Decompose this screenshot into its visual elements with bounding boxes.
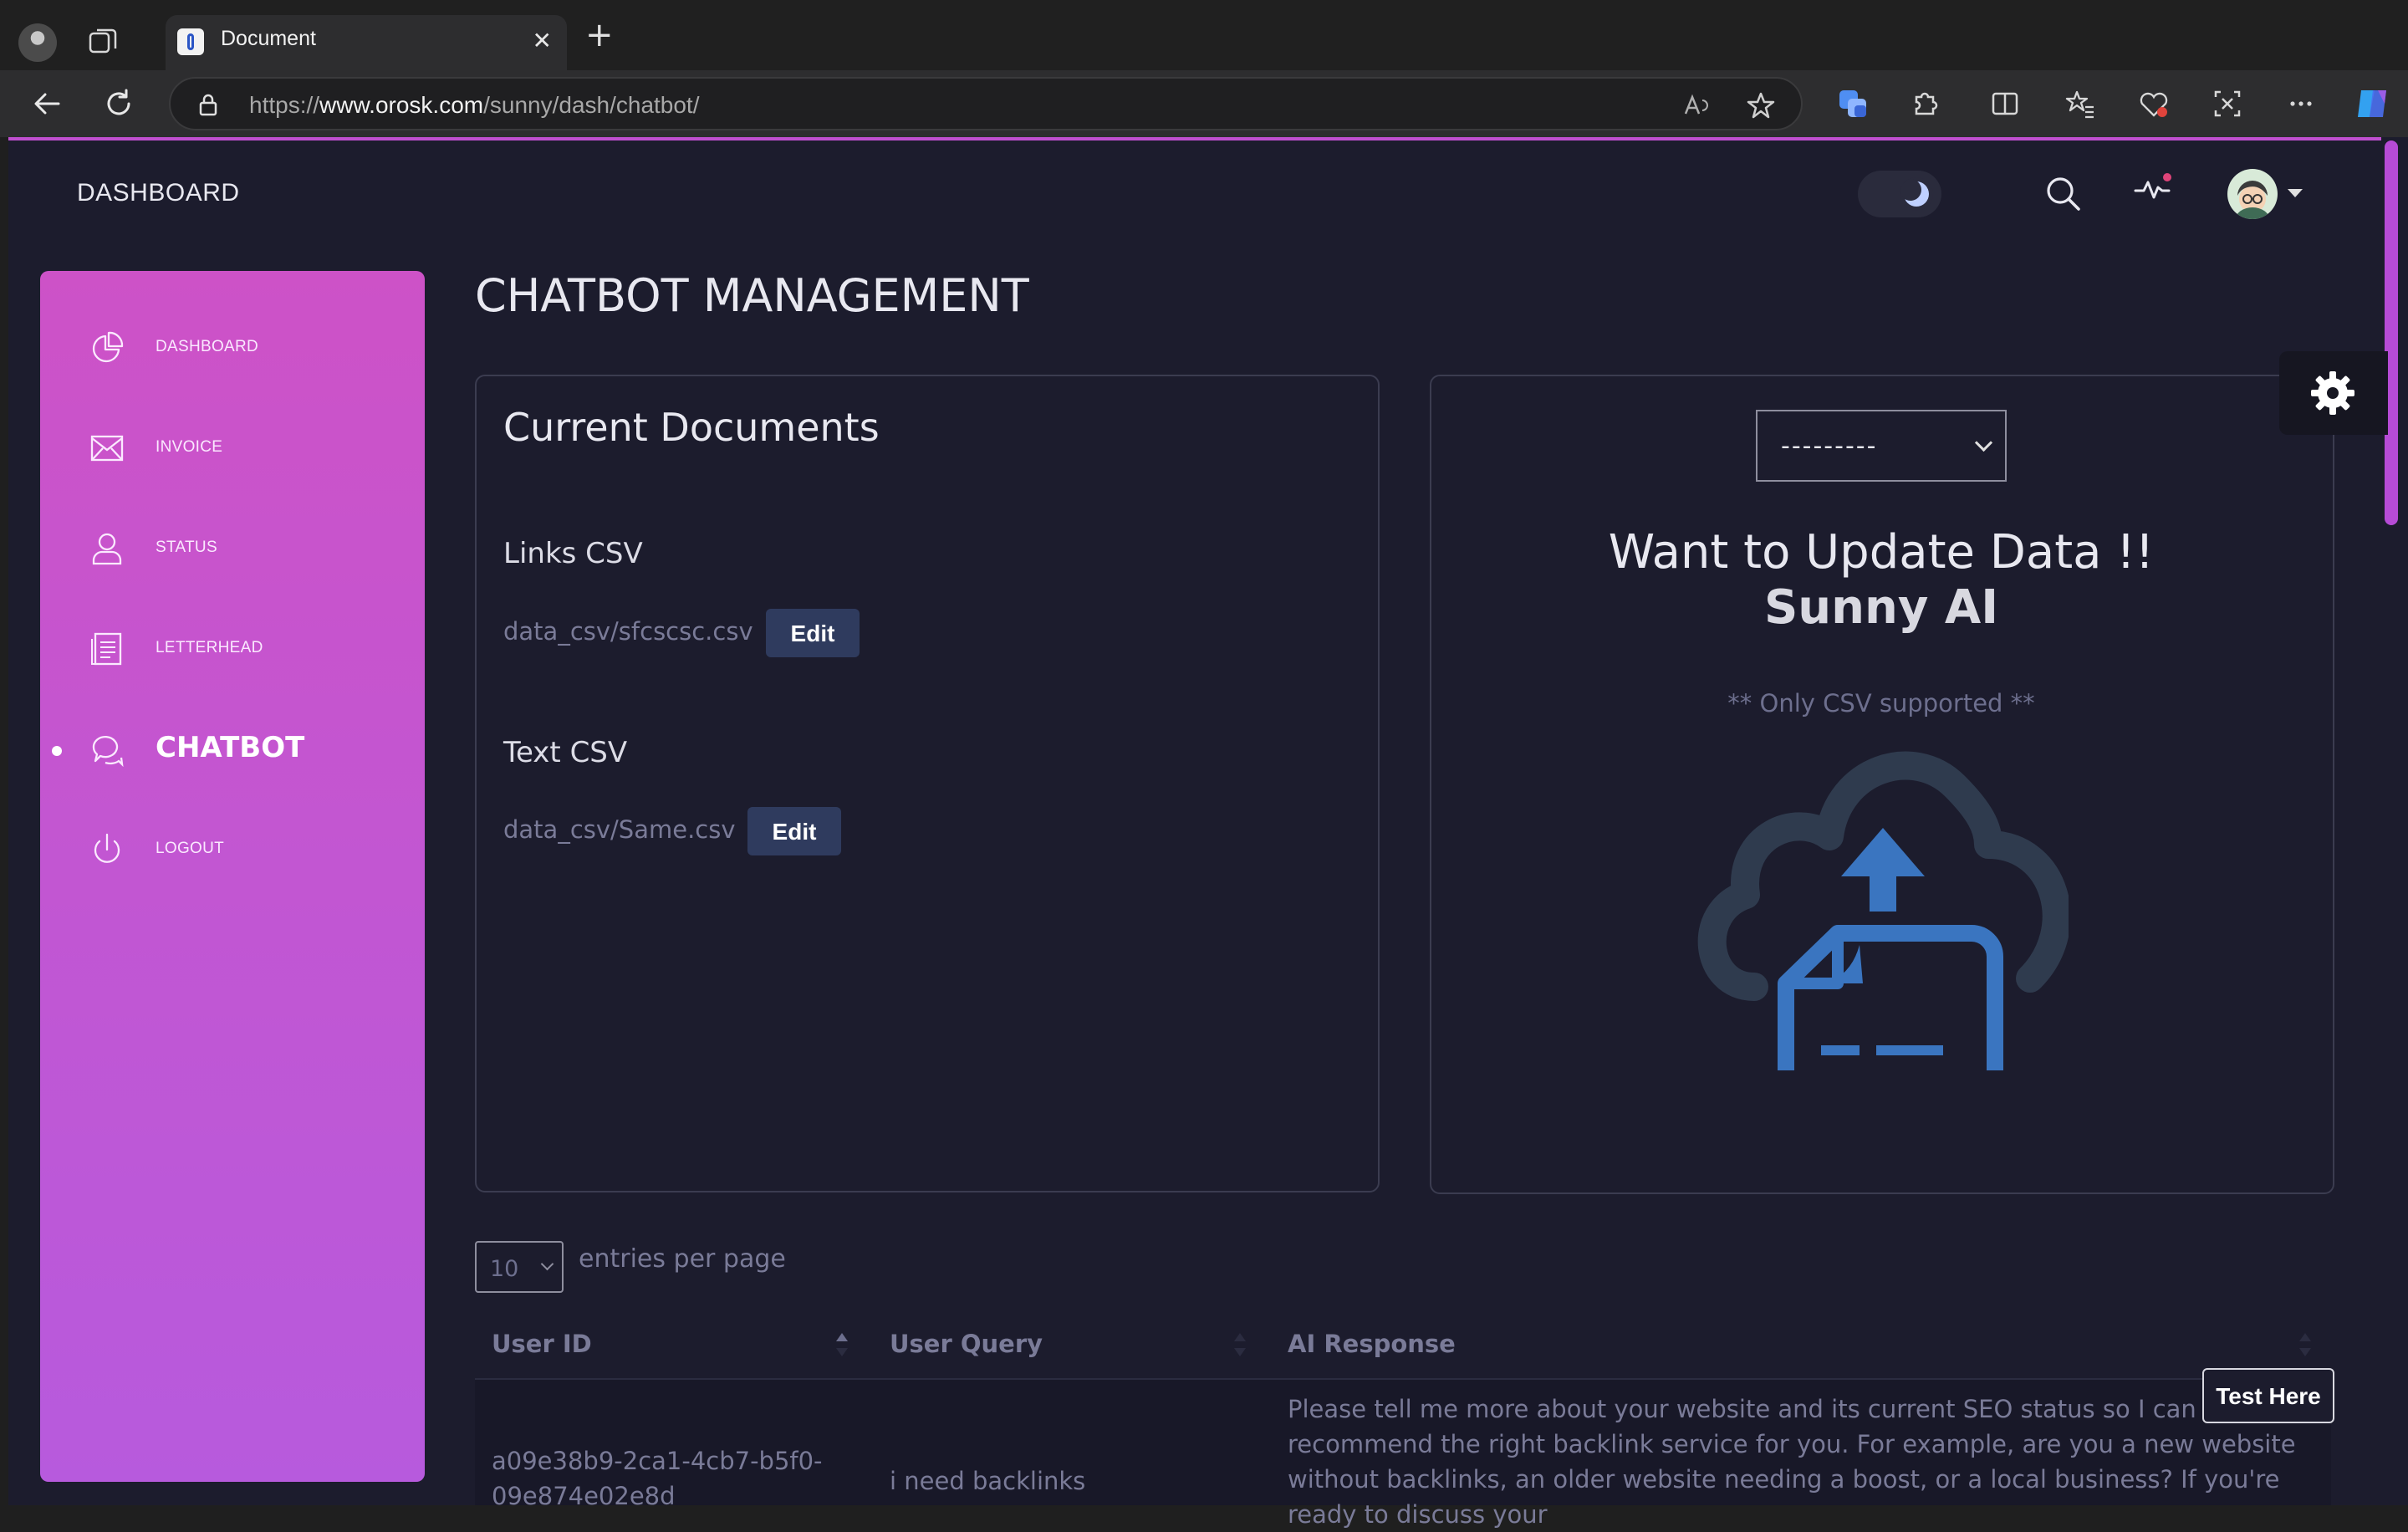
update-title: Want to Update Data !! bbox=[1608, 525, 2155, 580]
document-icon bbox=[91, 632, 122, 666]
read-aloud-icon[interactable] bbox=[1681, 90, 1711, 120]
search-icon[interactable] bbox=[2042, 172, 2085, 216]
avatar-face-icon bbox=[2236, 181, 2269, 219]
favorite-star-icon[interactable] bbox=[1746, 90, 1776, 120]
sort-icon[interactable] bbox=[2298, 1330, 2313, 1360]
more-options-icon[interactable] bbox=[2284, 87, 2318, 120]
browser-tab-bar: Document ✕ + bbox=[0, 0, 2408, 70]
user-avatar[interactable] bbox=[2227, 169, 2278, 219]
favorites-icon[interactable] bbox=[2064, 87, 2097, 120]
user-menu-caret-icon[interactable] bbox=[2288, 189, 2303, 197]
extension-color-icon[interactable] bbox=[1836, 87, 1870, 120]
active-indicator bbox=[52, 746, 62, 756]
cloud-upload-icon[interactable] bbox=[1696, 736, 2069, 1079]
tab-title: Document bbox=[221, 27, 316, 50]
sidebar-item-label: CHATBOT bbox=[156, 731, 305, 764]
column-header-user-query[interactable]: User Query bbox=[890, 1330, 1043, 1358]
documents-title: Current Documents bbox=[503, 405, 880, 450]
select-value: --------- bbox=[1781, 432, 1878, 461]
page-title: CHATBOT MANAGEMENT bbox=[475, 269, 1029, 322]
entries-label: entries per page bbox=[579, 1244, 786, 1274]
back-icon[interactable] bbox=[28, 85, 65, 122]
brand-title[interactable]: DASHBOARD bbox=[77, 179, 240, 207]
profile-avatar[interactable] bbox=[18, 23, 57, 62]
envelope-icon bbox=[90, 435, 124, 462]
chevron-down-icon bbox=[1974, 433, 1993, 452]
url-prefix: https:// bbox=[249, 92, 320, 118]
sidebar-item-label: LETTERHEAD bbox=[156, 639, 263, 656]
entries-value: 10 bbox=[490, 1256, 519, 1282]
dark-mode-toggle[interactable] bbox=[1858, 171, 1941, 217]
copilot-icon[interactable] bbox=[2353, 84, 2393, 124]
edit-links-button[interactable]: Edit bbox=[766, 609, 860, 657]
gear-icon bbox=[2311, 371, 2354, 415]
sidebar-item-chatbot[interactable]: CHATBOT bbox=[52, 724, 420, 774]
links-csv-file: data_csv/sfcscsc.csv bbox=[503, 617, 753, 646]
lock-icon[interactable] bbox=[196, 92, 221, 117]
sidebar-item-dashboard[interactable]: DASHBOARD bbox=[89, 323, 423, 373]
extensions-icon[interactable] bbox=[1908, 87, 1941, 120]
sort-asc-icon[interactable] bbox=[834, 1330, 849, 1360]
url-path: /sunny/dash/chatbot/ bbox=[483, 92, 700, 118]
power-icon bbox=[94, 833, 120, 863]
column-header-user-id[interactable]: User ID bbox=[492, 1330, 592, 1358]
links-csv-heading: Links CSV bbox=[503, 537, 643, 570]
refresh-icon[interactable] bbox=[100, 85, 137, 122]
tab-document[interactable]: Document ✕ bbox=[166, 15, 567, 70]
sidebar-item-letterhead[interactable]: LETTERHEAD bbox=[89, 624, 423, 674]
user-icon bbox=[92, 533, 122, 565]
entries-per-page-select[interactable]: 10 bbox=[475, 1241, 564, 1293]
activity-icon[interactable] bbox=[2132, 167, 2176, 211]
moon-icon bbox=[1900, 177, 1933, 211]
sidebar-item-logout[interactable]: LOGOUT bbox=[89, 825, 423, 875]
sidebar-item-status[interactable]: STATUS bbox=[89, 523, 423, 574]
text-csv-file: data_csv/Same.csv bbox=[503, 815, 736, 844]
table-row: a09e38b9-2ca1-4cb7-b5f0-09e874e02e8d i n… bbox=[475, 1380, 2331, 1529]
url-text[interactable]: https://www.orosk.com/sunny/dash/chatbot… bbox=[249, 92, 700, 119]
screenshot-icon[interactable] bbox=[2211, 87, 2244, 120]
sort-icon[interactable] bbox=[1232, 1330, 1247, 1360]
split-screen-icon[interactable] bbox=[1988, 87, 2022, 120]
cell-ai-response: Please tell me more about your website a… bbox=[1288, 1395, 2296, 1529]
pie-chart-icon bbox=[92, 331, 124, 363]
address-bar[interactable]: https://www.orosk.com/sunny/dash/chatbot… bbox=[169, 77, 1803, 130]
sidebar-item-label: STATUS bbox=[156, 539, 217, 556]
chat-icon bbox=[92, 736, 124, 768]
sidebar: DASHBOARD INVOICE STATUS LETTERHEAD CHAT… bbox=[40, 271, 425, 1482]
update-brand: Sunny AI bbox=[1763, 580, 1999, 635]
text-csv-heading: Text CSV bbox=[503, 736, 628, 769]
test-here-button[interactable]: Test Here bbox=[2202, 1368, 2334, 1423]
csv-note: ** Only CSV supported ** bbox=[1727, 689, 2035, 717]
chevron-down-icon bbox=[540, 1257, 554, 1271]
current-documents-card bbox=[475, 375, 1380, 1192]
cell-user-id: a09e38b9-2ca1-4cb7-b5f0-09e874e02e8d bbox=[492, 1447, 823, 1510]
tab-close-icon[interactable]: ✕ bbox=[533, 27, 552, 55]
scrollbar-thumb[interactable] bbox=[2385, 140, 2398, 525]
sidebar-item-label: DASHBOARD bbox=[156, 338, 259, 355]
column-header-ai-response[interactable]: AI Response bbox=[1288, 1330, 1456, 1358]
document-type-select[interactable]: --------- bbox=[1756, 410, 2007, 482]
tab-actions-icon[interactable] bbox=[87, 25, 120, 59]
settings-panel-tab[interactable] bbox=[2279, 351, 2388, 435]
browser-essentials-icon[interactable] bbox=[2137, 87, 2171, 120]
sidebar-item-invoice[interactable]: INVOICE bbox=[89, 423, 423, 473]
tab-favicon bbox=[177, 28, 204, 55]
new-tab-button[interactable]: + bbox=[585, 18, 614, 52]
sidebar-item-label: LOGOUT bbox=[156, 840, 225, 857]
cell-user-query: i need backlinks bbox=[890, 1467, 1086, 1495]
browser-toolbar: https://www.orosk.com/sunny/dash/chatbot… bbox=[0, 70, 2408, 137]
url-domain: www.orosk.com bbox=[319, 92, 484, 118]
sidebar-item-label: INVOICE bbox=[156, 438, 223, 456]
edit-text-button[interactable]: Edit bbox=[747, 807, 841, 855]
